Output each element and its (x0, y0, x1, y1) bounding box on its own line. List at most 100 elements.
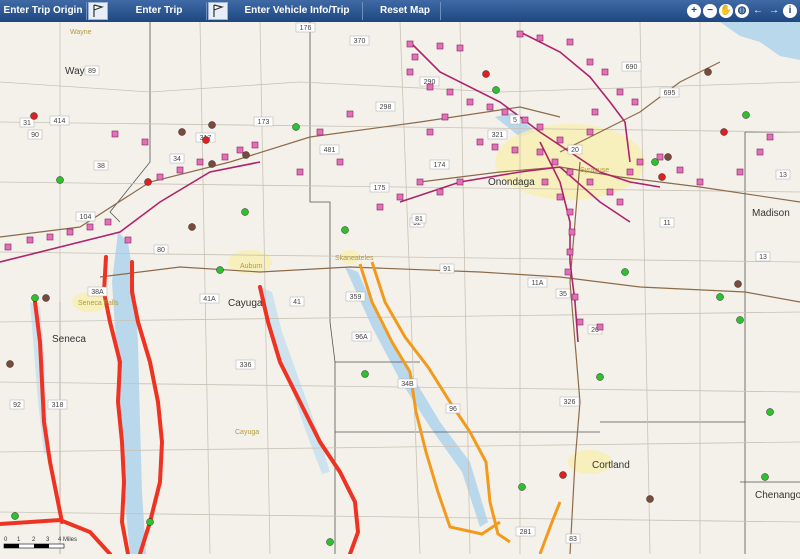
poi-marker[interactable] (336, 158, 344, 166)
poi-marker[interactable] (436, 42, 444, 50)
status-marker[interactable] (361, 370, 369, 378)
origin-flag-icon[interactable] (88, 2, 108, 20)
poi-marker[interactable] (696, 178, 704, 186)
poi-marker[interactable] (156, 173, 164, 181)
poi-marker[interactable] (511, 146, 519, 154)
poi-marker[interactable] (616, 88, 624, 96)
poi-marker[interactable] (616, 198, 624, 206)
poi-marker[interactable] (536, 123, 544, 131)
poi-marker[interactable] (416, 178, 424, 186)
poi-marker[interactable] (736, 168, 744, 176)
poi-marker[interactable] (316, 128, 324, 136)
enter-trip-origin-button[interactable]: Enter Trip Origin (0, 2, 87, 20)
poi-marker[interactable] (446, 88, 454, 96)
poi-marker[interactable] (26, 236, 34, 244)
status-marker[interactable] (11, 512, 19, 520)
poi-marker[interactable] (491, 143, 499, 151)
poi-marker[interactable] (568, 228, 576, 236)
status-marker[interactable] (559, 471, 567, 479)
enter-trip-destination-button[interactable]: Enter Trip Destination (112, 2, 207, 34)
status-marker[interactable] (146, 518, 154, 526)
status-marker[interactable] (742, 111, 750, 119)
status-marker[interactable] (658, 173, 666, 181)
poi-marker[interactable] (541, 178, 549, 186)
poi-marker[interactable] (426, 128, 434, 136)
poi-marker[interactable] (296, 168, 304, 176)
poi-marker[interactable] (111, 130, 119, 138)
poi-marker[interactable] (456, 178, 464, 186)
status-marker[interactable] (188, 223, 196, 231)
status-marker[interactable] (761, 473, 769, 481)
poi-marker[interactable] (586, 58, 594, 66)
status-marker[interactable] (492, 86, 500, 94)
poi-marker[interactable] (656, 153, 664, 161)
poi-marker[interactable] (46, 233, 54, 241)
poi-marker[interactable] (456, 44, 464, 52)
poi-marker[interactable] (676, 166, 684, 174)
poi-marker[interactable] (766, 133, 774, 141)
poi-marker[interactable] (346, 110, 354, 118)
status-marker[interactable] (144, 178, 152, 186)
poi-marker[interactable] (576, 318, 584, 326)
poi-marker[interactable] (566, 38, 574, 46)
poi-marker[interactable] (441, 113, 449, 121)
status-marker[interactable] (6, 360, 14, 368)
poi-marker[interactable] (221, 153, 229, 161)
poi-marker[interactable] (376, 203, 384, 211)
poi-marker[interactable] (476, 138, 484, 146)
poi-marker[interactable] (536, 148, 544, 156)
poi-marker[interactable] (411, 53, 419, 61)
status-marker[interactable] (216, 266, 224, 274)
poi-marker[interactable] (176, 166, 184, 174)
status-marker[interactable] (341, 226, 349, 234)
poi-marker[interactable] (141, 138, 149, 146)
poi-marker[interactable] (551, 158, 559, 166)
status-marker[interactable] (664, 153, 672, 161)
back-icon[interactable]: ← (751, 4, 765, 18)
status-marker[interactable] (241, 208, 249, 216)
poi-marker[interactable] (466, 98, 474, 106)
poi-marker[interactable] (396, 193, 404, 201)
status-marker[interactable] (30, 112, 38, 120)
poi-marker[interactable] (631, 98, 639, 106)
pan-icon[interactable]: ✋ (719, 4, 733, 18)
poi-marker[interactable] (4, 243, 12, 251)
poi-marker[interactable] (636, 158, 644, 166)
poi-marker[interactable] (586, 178, 594, 186)
enter-vehicle-info-button[interactable]: Enter Vehicle Info/Trip Dates (232, 2, 363, 34)
poi-marker[interactable] (606, 188, 614, 196)
status-marker[interactable] (716, 293, 724, 301)
poi-marker[interactable] (566, 248, 574, 256)
status-marker[interactable] (720, 128, 728, 136)
zoom-in-icon[interactable]: + (687, 4, 701, 18)
poi-marker[interactable] (86, 223, 94, 231)
status-marker[interactable] (704, 68, 712, 76)
poi-marker[interactable] (591, 108, 599, 116)
poi-marker[interactable] (521, 116, 529, 124)
poi-marker[interactable] (426, 83, 434, 91)
status-marker[interactable] (596, 373, 604, 381)
poi-marker[interactable] (486, 103, 494, 111)
poi-marker[interactable] (236, 146, 244, 154)
poi-marker[interactable] (601, 68, 609, 76)
info-icon[interactable]: i (783, 4, 797, 18)
poi-marker[interactable] (596, 323, 604, 331)
poi-marker[interactable] (104, 218, 112, 226)
status-marker[interactable] (326, 538, 334, 546)
poi-marker[interactable] (566, 168, 574, 176)
status-marker[interactable] (736, 316, 744, 324)
status-marker[interactable] (651, 158, 659, 166)
poi-marker[interactable] (756, 148, 764, 156)
status-marker[interactable] (292, 123, 300, 131)
globe-icon[interactable]: ◍ (735, 4, 749, 18)
poi-marker[interactable] (516, 30, 524, 38)
status-marker[interactable] (31, 294, 39, 302)
status-marker[interactable] (621, 268, 629, 276)
zoom-out-icon[interactable]: − (703, 4, 717, 18)
poi-marker[interactable] (536, 34, 544, 42)
poi-marker[interactable] (586, 128, 594, 136)
status-marker[interactable] (42, 294, 50, 302)
poi-marker[interactable] (124, 236, 132, 244)
poi-marker[interactable] (564, 268, 572, 276)
status-marker[interactable] (242, 151, 250, 159)
